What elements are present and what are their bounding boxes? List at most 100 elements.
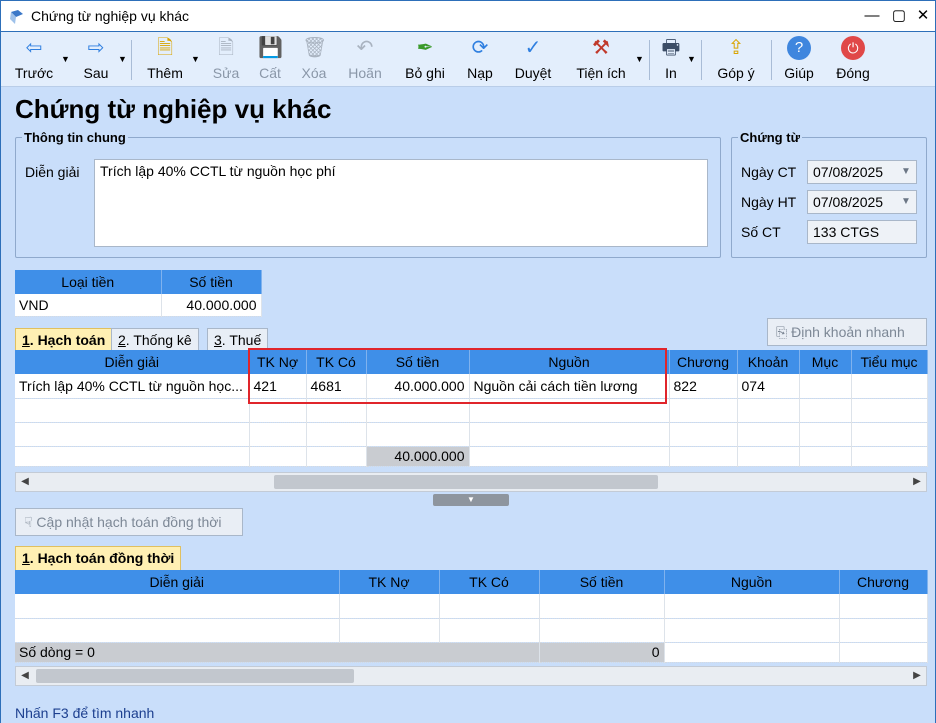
- date-ct-field[interactable]: 07/08/2025 ▼: [807, 160, 917, 184]
- entry-description-cell[interactable]: Trích lập 40% CCTL từ nguồn học...: [15, 374, 250, 399]
- scroll-right-icon[interactable]: ▶: [908, 473, 926, 491]
- currency-type-header: Loại tiền: [15, 270, 162, 294]
- next-dropdown-caret[interactable]: ▼: [118, 54, 127, 64]
- concurrent-col-credit[interactable]: TK Có: [439, 570, 540, 594]
- scroll-left-icon[interactable]: ◀: [16, 667, 34, 685]
- close-window-button[interactable]: ✕: [909, 5, 936, 27]
- empty-cell[interactable]: [799, 422, 852, 447]
- tab-accounting[interactable]: 1. Hạch toán: [15, 328, 113, 350]
- col-description[interactable]: Diễn giải: [15, 350, 250, 374]
- utilities-button[interactable]: ⚒ Tiện ích: [571, 36, 631, 84]
- unpost-button[interactable]: ✒ Bỏ ghi: [401, 36, 449, 84]
- empty-cell[interactable]: [669, 422, 738, 447]
- tab-concurrent-accounting[interactable]: 1. Hạch toán đồng thời: [15, 546, 182, 570]
- quick-entry-button[interactable]: ⎘ Định khoản nhanh: [767, 318, 927, 346]
- col-subitem[interactable]: Tiểu mục: [851, 350, 928, 374]
- empty-cell[interactable]: [469, 422, 670, 447]
- reload-button[interactable]: ⟳ Nạp: [463, 36, 497, 84]
- table-row[interactable]: [15, 594, 928, 619]
- empty-cell[interactable]: [439, 594, 540, 619]
- tab-concurrent-label: . Hạch toán đồng thời: [29, 550, 175, 566]
- save-button[interactable]: 💾 Cất: [255, 36, 285, 84]
- next-button[interactable]: ⇨ Sau: [79, 36, 113, 84]
- empty-cell[interactable]: [306, 422, 367, 447]
- chevron-down-icon[interactable]: ▼: [896, 191, 916, 213]
- col-chapter[interactable]: Chương: [669, 350, 738, 374]
- scroll-left-icon[interactable]: ◀: [16, 473, 34, 491]
- add-button[interactable]: 🗎 Thêm: [143, 36, 187, 84]
- entry-item-cell[interactable]: 074: [737, 374, 800, 399]
- tab-statistics[interactable]: 2. Thống kê: [111, 328, 199, 350]
- empty-cell[interactable]: [737, 422, 800, 447]
- empty-cell[interactable]: [15, 398, 250, 423]
- entry-sub-cell[interactable]: [799, 374, 852, 399]
- update-concurrent-button[interactable]: ☟ Cập nhật hạch toán đồng thời: [15, 508, 243, 536]
- currency-type-cell[interactable]: VND: [15, 294, 162, 317]
- postpone-button[interactable]: ↶ Hoãn: [345, 36, 385, 84]
- empty-cell[interactable]: [664, 594, 840, 619]
- empty-cell[interactable]: [539, 618, 665, 643]
- empty-cell[interactable]: [339, 594, 440, 619]
- empty-cell[interactable]: [439, 618, 540, 643]
- feedback-button[interactable]: ⇪ Góp ý: [713, 36, 759, 84]
- general-info-legend: Thông tin chung: [24, 130, 126, 145]
- thumbs-down-icon: ☟: [24, 514, 33, 530]
- date-ht-field[interactable]: 07/08/2025 ▼: [807, 190, 917, 214]
- concurrent-tabs: 1. Hạch toán đồng thời: [15, 546, 195, 570]
- empty-cell[interactable]: [15, 422, 250, 447]
- scroll-right-icon[interactable]: ▶: [908, 667, 926, 685]
- date-ct-value: 07/08/2025: [813, 164, 884, 180]
- empty-cell[interactable]: [851, 422, 928, 447]
- concurrent-col-source[interactable]: Nguồn: [664, 570, 840, 594]
- print-button[interactable]: 🖶 In: [657, 36, 685, 84]
- empty-cell[interactable]: [664, 618, 840, 643]
- close-button[interactable]: ⏻ Đóng: [833, 36, 873, 84]
- currency-row[interactable]: VND 40.000.000: [15, 294, 262, 317]
- entry-chapter-cell[interactable]: 822: [669, 374, 738, 399]
- splitter-handle[interactable]: ▼: [433, 494, 509, 506]
- help-button[interactable]: ? Giúp: [781, 36, 817, 84]
- scroll-thumb[interactable]: [36, 669, 354, 683]
- concurrent-col-description[interactable]: Diễn giải: [15, 570, 340, 594]
- empty-cell[interactable]: [366, 422, 470, 447]
- concurrent-col-amount[interactable]: Số tiền: [539, 570, 665, 594]
- tab-tax[interactable]: 3. Thuế: [207, 328, 269, 350]
- scroll-thumb[interactable]: [274, 475, 658, 489]
- printer-icon: 🖶: [661, 37, 681, 59]
- empty-cell[interactable]: [851, 398, 928, 423]
- currency-amount-cell[interactable]: 40.000.000: [161, 294, 262, 317]
- empty-cell[interactable]: [839, 618, 928, 643]
- description-label: Diễn giải: [25, 164, 80, 180]
- empty-cell[interactable]: [249, 422, 307, 447]
- previous-button[interactable]: ⇦ Trước: [13, 36, 55, 84]
- col-sub[interactable]: Mục: [799, 350, 852, 374]
- concurrent-col-debit[interactable]: TK Nợ: [339, 570, 440, 594]
- utilities-dropdown-caret[interactable]: ▼: [635, 54, 644, 64]
- empty-cell[interactable]: [15, 618, 340, 643]
- delete-button[interactable]: 🗑 Xóa: [297, 36, 331, 84]
- table-row[interactable]: [15, 422, 928, 447]
- empty-cell[interactable]: [669, 398, 738, 423]
- description-textarea[interactable]: Trích lập 40% CCTL từ nguồn học phí: [94, 159, 708, 247]
- page-title: Chứng từ nghiệp vụ khác: [15, 94, 332, 124]
- concurrent-horizontal-scrollbar[interactable]: ◀ ▶: [15, 666, 927, 686]
- empty-cell[interactable]: [339, 618, 440, 643]
- empty-cell[interactable]: [737, 398, 800, 423]
- empty-cell[interactable]: [799, 398, 852, 423]
- col-item[interactable]: Khoản: [737, 350, 800, 374]
- approve-button[interactable]: ✓ Duyệt: [511, 36, 555, 84]
- table-row[interactable]: [15, 618, 928, 643]
- entry-subitem-cell[interactable]: [851, 374, 928, 399]
- add-dropdown-caret[interactable]: ▼: [191, 54, 200, 64]
- empty-cell[interactable]: [539, 594, 665, 619]
- print-dropdown-caret[interactable]: ▼: [687, 54, 696, 64]
- chevron-down-icon[interactable]: ▼: [896, 161, 916, 183]
- empty-cell[interactable]: [15, 594, 340, 619]
- voucher-number-field[interactable]: 133 CTGS: [807, 220, 917, 244]
- concurrent-col-chapter[interactable]: Chương: [839, 570, 928, 594]
- entries-horizontal-scrollbar[interactable]: ◀ ▶: [15, 472, 927, 492]
- minimize-button[interactable]: —: [858, 5, 886, 27]
- empty-cell[interactable]: [839, 594, 928, 619]
- previous-dropdown-caret[interactable]: ▼: [61, 54, 70, 64]
- edit-button[interactable]: 🗎 Sửa: [209, 36, 243, 84]
